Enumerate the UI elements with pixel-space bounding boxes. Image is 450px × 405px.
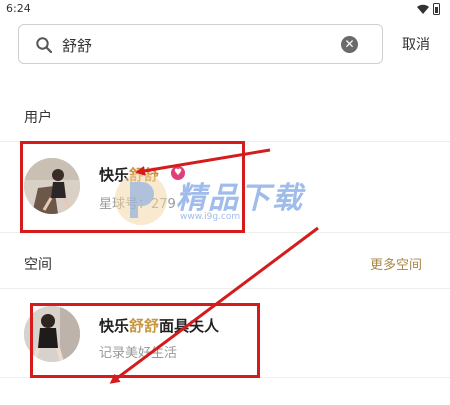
status-icons <box>417 3 440 15</box>
user-planet-id: 星球号：279 <box>99 197 176 212</box>
user-avatar <box>24 158 80 214</box>
clear-icon[interactable]: ✕ <box>341 36 358 53</box>
space-section-title: 空间 <box>24 257 52 273</box>
battery-icon <box>433 3 440 15</box>
divider <box>0 288 450 289</box>
more-spaces-link[interactable]: 更多空间 <box>370 254 422 273</box>
watermark-url: www.i9g.com <box>180 212 241 222</box>
cancel-button[interactable]: 取消 <box>402 34 430 54</box>
user-name: 快乐舒舒 <box>99 164 159 185</box>
space-name-highlight: 舒舒 <box>129 317 160 335</box>
search-icon <box>36 37 53 54</box>
divider <box>0 232 450 233</box>
wifi-icon <box>417 4 429 14</box>
space-name-suffix: 面具夫人 <box>159 317 220 335</box>
search-input[interactable] <box>62 32 332 58</box>
users-section-title: 用户 <box>24 110 52 126</box>
user-name-highlight: 舒舒 <box>129 166 160 184</box>
space-name-prefix: 快乐 <box>99 317 130 335</box>
space-avatar <box>24 306 80 362</box>
vip-badge-icon: ♥ <box>171 166 185 180</box>
user-name-prefix: 快乐 <box>99 166 130 184</box>
search-box[interactable]: ✕ <box>18 24 383 64</box>
space-name: 快乐舒舒面具夫人 <box>99 315 219 336</box>
status-time: 6:24 <box>6 2 31 15</box>
status-bar: 6:24 <box>0 0 450 20</box>
space-description: 记录美好生活 <box>99 346 178 361</box>
divider <box>0 141 450 142</box>
watermark-text: 精品下载 <box>176 181 304 216</box>
divider <box>0 377 450 378</box>
